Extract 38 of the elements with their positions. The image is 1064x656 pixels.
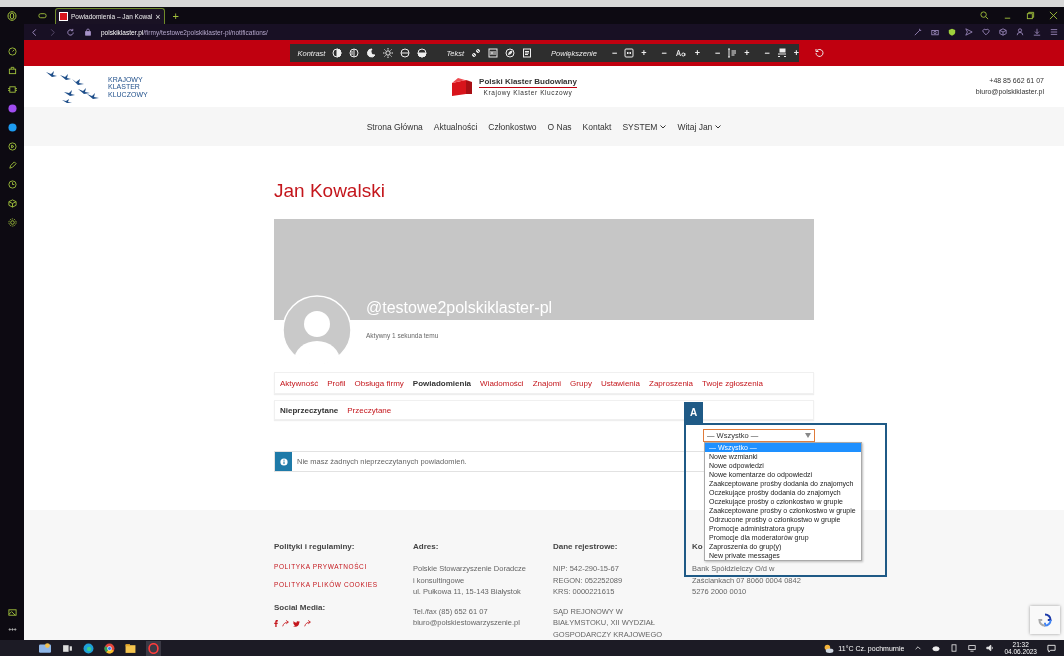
profile-name: Jan Kowalski bbox=[274, 180, 386, 202]
nav-link[interactable]: Aktualności bbox=[433, 121, 478, 132]
decrease-button[interactable]: − bbox=[764, 48, 770, 58]
profile-tab[interactable]: Powiadomienia bbox=[412, 378, 472, 388]
profile-tab[interactable]: Grupy bbox=[570, 378, 592, 388]
nav-link[interactable]: SYSTEM bbox=[622, 121, 667, 132]
profile-tab[interactable]: Twoje zgłoszenia bbox=[702, 378, 763, 388]
footer-heading: Ko bbox=[692, 542, 703, 551]
profile-tab[interactable]: Wiadomości bbox=[480, 378, 524, 388]
annotation-label: A bbox=[684, 402, 703, 423]
nav-link[interactable]: Witaj Jan bbox=[677, 121, 722, 132]
profile-handle: @testowe2polskiklaster-pl bbox=[366, 299, 553, 317]
increase-button[interactable]: + bbox=[793, 48, 800, 58]
footer-heading: Adres: bbox=[413, 542, 439, 551]
profile-tab[interactable]: Znajomi bbox=[532, 378, 562, 388]
profile-tab[interactable]: Aktywność bbox=[280, 378, 319, 388]
nav-link[interactable]: Kontakt bbox=[582, 121, 612, 132]
increase-button[interactable]: + bbox=[641, 48, 647, 58]
decrease-button[interactable]: − bbox=[611, 48, 618, 58]
decrease-button[interactable]: − bbox=[715, 48, 721, 58]
increase-button[interactable]: + bbox=[694, 48, 700, 58]
notification-filter-tab[interactable]: Nieprzeczytane bbox=[280, 405, 339, 415]
brand-name: Polski Klaster Budowlany bbox=[479, 77, 577, 88]
nav-link[interactable]: Strona Główna bbox=[366, 121, 423, 132]
close-tab-button[interactable]: × bbox=[155, 11, 161, 22]
increase-button[interactable]: + bbox=[744, 48, 750, 58]
nav-link[interactable]: Członkostwo bbox=[488, 121, 537, 132]
footer-heading: Dane rejestrowe: bbox=[553, 542, 618, 551]
new-tab-button[interactable]: + bbox=[172, 9, 179, 22]
footer-heading: Polityki i regulaminy: bbox=[274, 542, 355, 551]
profile-tab[interactable]: Zaproszenia bbox=[649, 378, 694, 388]
profile-tab[interactable]: Obsługa firmy bbox=[354, 378, 404, 388]
nav-link[interactable]: O Nas bbox=[547, 121, 572, 132]
profile-tab[interactable]: Ustawienia bbox=[600, 378, 641, 388]
notification-filter-tab[interactable]: Przeczytane bbox=[347, 405, 392, 415]
decrease-button[interactable]: − bbox=[661, 48, 667, 58]
profile-tab[interactable]: Profil bbox=[327, 378, 346, 388]
footer-heading: Social Media: bbox=[274, 603, 326, 612]
